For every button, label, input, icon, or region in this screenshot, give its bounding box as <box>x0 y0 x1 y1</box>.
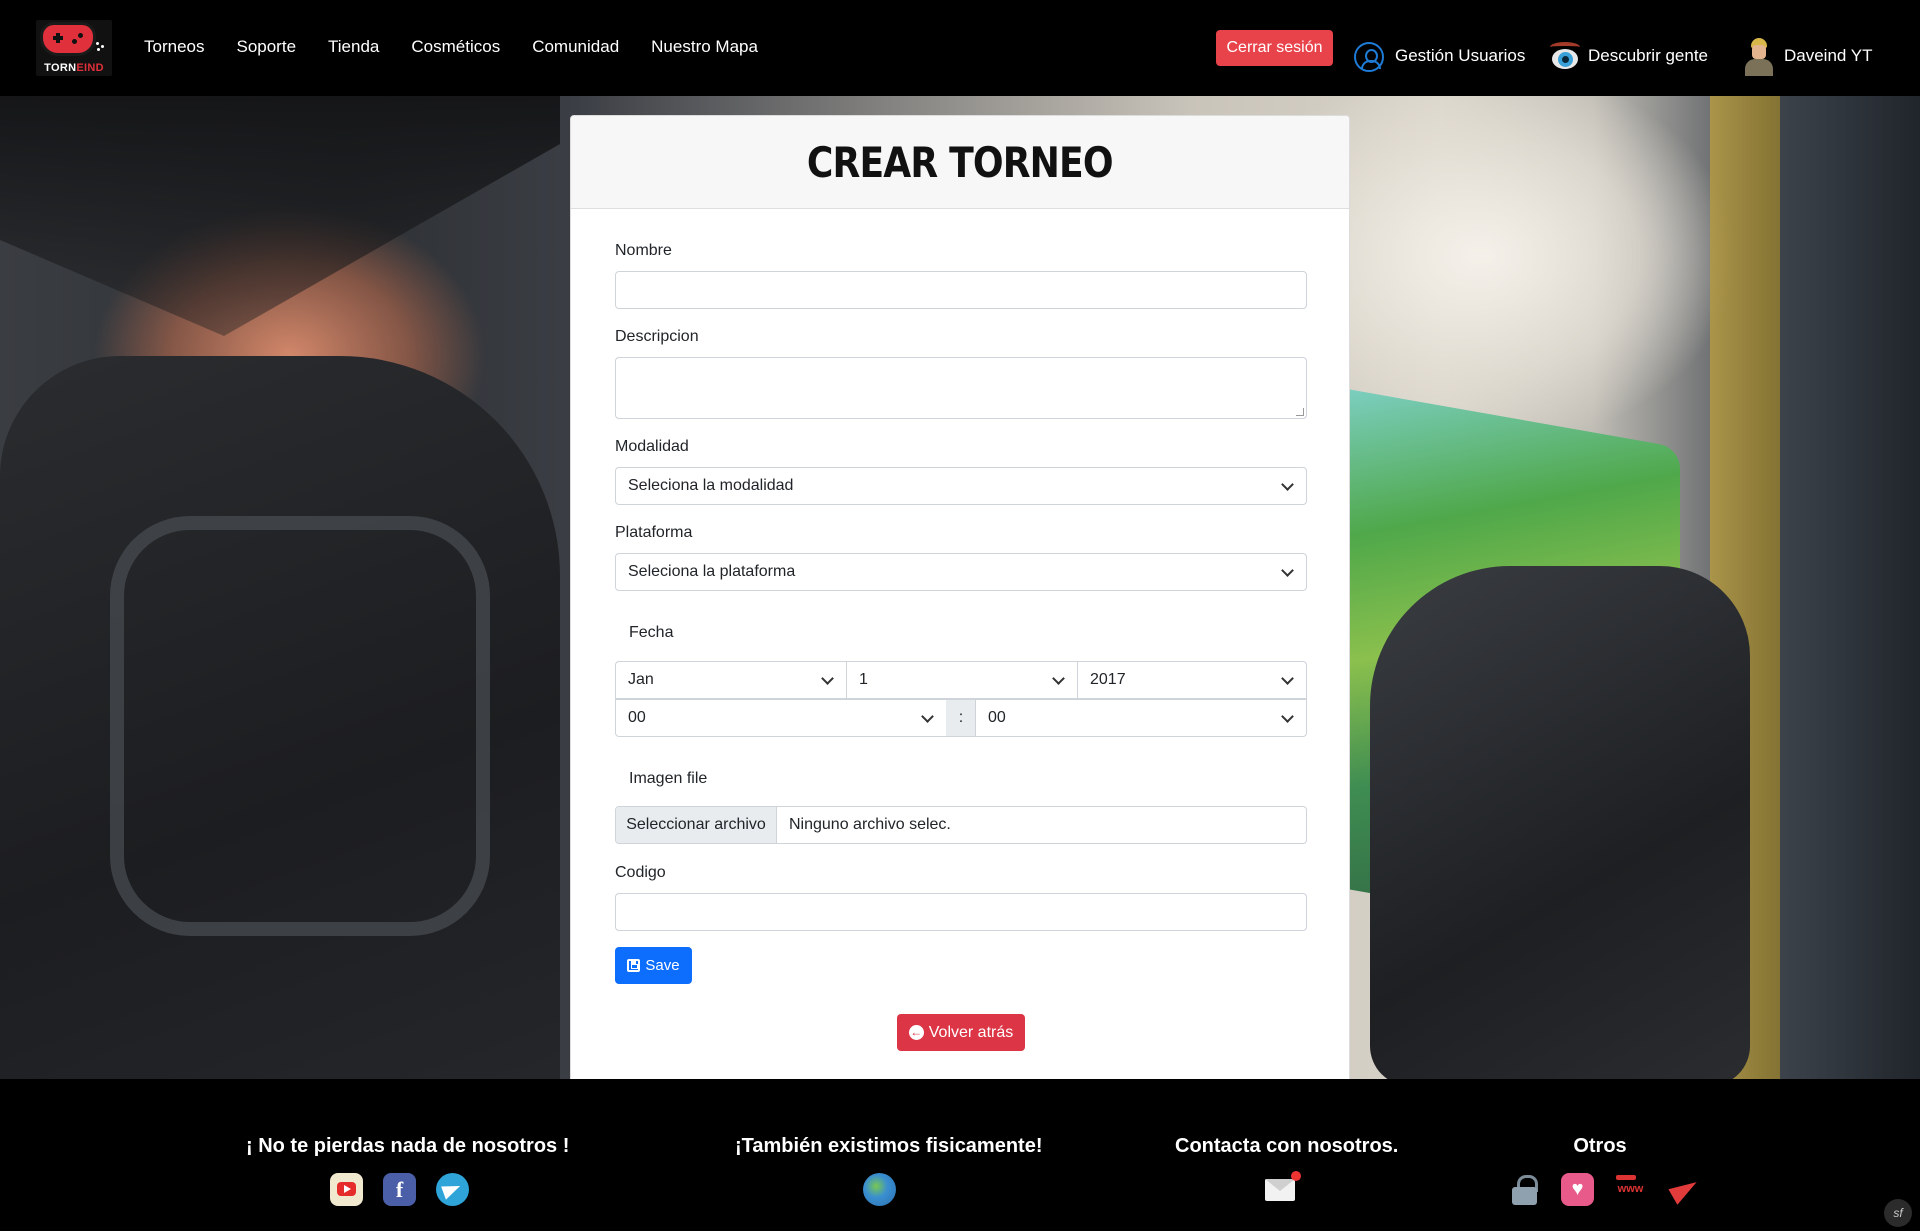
footer-social: ¡ No te pierdas nada de nosotros ! <box>246 1135 570 1158</box>
back-button-label: Volver atrás <box>928 1023 1014 1041</box>
fecha-month-select[interactable]: Jan <box>615 661 847 699</box>
brand-logo-text: TORNEIND <box>44 62 104 74</box>
youtube-icon[interactable] <box>330 1173 363 1206</box>
nav-user-profile[interactable]: Daveind YT <box>1742 38 1873 76</box>
chevron-down-icon <box>1281 672 1294 685</box>
navbar: TORNEIND Torneos Soporte Tienda Cosmétic… <box>0 0 1920 96</box>
nav-descubrir-gente[interactable]: Descubrir gente <box>1550 42 1709 69</box>
create-tournament-card: CREAR TORNEO Nombre Descripcion Modalida… <box>570 115 1350 1083</box>
save-button-label: Save <box>645 957 680 974</box>
page-title: CREAR TORNEO <box>807 137 1114 187</box>
footer: ¡ No te pierdas nada de nosotros ! f ¡Ta… <box>0 1079 1920 1231</box>
footer-social-title: ¡ No te pierdas nada de nosotros ! <box>246 1135 570 1157</box>
logout-button[interactable]: Cerrar sesión <box>1216 30 1333 66</box>
fecha-hour-select[interactable]: 00 <box>615 699 947 737</box>
footer-social-icons: f <box>330 1173 469 1206</box>
modalidad-select-value: Seleciona la modalidad <box>628 477 794 494</box>
telegram-icon[interactable] <box>436 1173 469 1206</box>
heart-icon[interactable] <box>1561 1173 1594 1206</box>
mail-icon[interactable] <box>1265 1171 1301 1201</box>
gamepad-icon <box>40 22 96 56</box>
floppy-disk-icon <box>627 959 641 972</box>
chevron-down-icon <box>921 710 934 723</box>
nav-gestion-usuarios[interactable]: Gestión Usuarios <box>1354 42 1526 72</box>
chevron-down-icon <box>1281 710 1294 723</box>
facebook-icon[interactable]: f <box>383 1173 416 1206</box>
nav-link-tienda[interactable]: Tienda <box>328 36 379 58</box>
back-button[interactable]: ← Volver atrás <box>897 1014 1025 1051</box>
plataforma-select-value: Seleciona la plataforma <box>628 563 796 580</box>
plataforma-label: Plataforma <box>615 524 693 541</box>
user-name: Daveind YT <box>1784 46 1873 65</box>
globe-icon[interactable] <box>863 1173 896 1206</box>
fecha-minute-value: 00 <box>988 709 1006 726</box>
card-header: CREAR TORNEO <box>571 116 1349 209</box>
plataforma-select[interactable]: Seleciona la plataforma <box>615 553 1307 591</box>
chevron-down-icon <box>1052 672 1065 685</box>
codigo-input[interactable] <box>615 893 1307 931</box>
footer-contact-icons <box>1265 1171 1301 1201</box>
nav-link-cosmeticos[interactable]: Cosméticos <box>411 36 500 58</box>
footer-contact: Contacta con nosotros. <box>1175 1135 1399 1158</box>
time-separator: : <box>946 699 976 737</box>
descripcion-label: Descripcion <box>615 328 699 345</box>
fecha-year-value: 2017 <box>1090 671 1126 688</box>
symfony-toolbar-icon[interactable]: sf <box>1884 1199 1912 1227</box>
modalidad-label: Modalidad <box>615 438 689 455</box>
nav-descubrir-gente-label: Descubrir gente <box>1588 46 1709 65</box>
footer-contact-title: Contacta con nosotros. <box>1175 1135 1399 1157</box>
nav-link-torneos[interactable]: Torneos <box>144 36 204 58</box>
arrow-left-circle-icon: ← <box>908 1025 924 1040</box>
footer-others-title: Otros <box>1573 1135 1627 1157</box>
footer-location-title: ¡También existimos fisicamente! <box>735 1135 1043 1157</box>
file-name-text: Ninguno archivo selec. <box>789 816 951 833</box>
nav-gestion-usuarios-label: Gestión Usuarios <box>1395 46 1526 65</box>
avatar <box>1742 38 1776 76</box>
fecha-minute-select[interactable]: 00 <box>975 699 1307 737</box>
file-select-button[interactable]: Seleccionar archivo <box>616 807 777 843</box>
nav-link-nuestro-mapa[interactable]: Nuestro Mapa <box>651 36 758 58</box>
users-icon <box>1354 42 1384 72</box>
fecha-day-value: 1 <box>859 671 868 688</box>
www-icon[interactable]: www <box>1614 1173 1647 1206</box>
imagen-file-input[interactable]: Seleccionar archivo Ninguno archivo sele… <box>615 806 1307 844</box>
chevron-down-icon <box>1281 478 1294 491</box>
save-button[interactable]: Save <box>615 947 692 984</box>
footer-location-icons <box>863 1173 896 1206</box>
fecha-hour-value: 00 <box>628 709 646 726</box>
descripcion-textarea[interactable] <box>615 357 1307 419</box>
modalidad-select[interactable]: Seleciona la modalidad <box>615 467 1307 505</box>
nombre-input[interactable] <box>615 271 1307 309</box>
nav-link-comunidad[interactable]: Comunidad <box>532 36 619 58</box>
footer-others: Otros <box>1555 1135 1645 1158</box>
nav-links: Torneos Soporte Tienda Cosméticos Comuni… <box>144 36 758 58</box>
fecha-day-select[interactable]: 1 <box>846 661 1078 699</box>
nombre-label: Nombre <box>615 242 672 259</box>
resize-handle-icon[interactable] <box>1296 408 1304 416</box>
footer-others-icons: www <box>1508 1173 1700 1206</box>
chevron-down-icon <box>821 672 834 685</box>
nav-link-soporte[interactable]: Soporte <box>236 36 296 58</box>
codigo-label: Codigo <box>615 864 666 881</box>
imagen-label: Imagen file <box>629 770 708 787</box>
chevron-down-icon <box>1281 564 1294 577</box>
footer-location: ¡También existimos fisicamente! <box>735 1135 1043 1158</box>
fecha-label: Fecha <box>629 624 674 641</box>
lock-icon[interactable] <box>1508 1173 1541 1206</box>
eye-icon <box>1550 42 1580 72</box>
fecha-year-select[interactable]: 2017 <box>1077 661 1307 699</box>
fecha-month-value: Jan <box>628 671 654 688</box>
brand-logo[interactable]: TORNEIND <box>36 20 112 76</box>
send-icon[interactable] <box>1667 1173 1700 1206</box>
